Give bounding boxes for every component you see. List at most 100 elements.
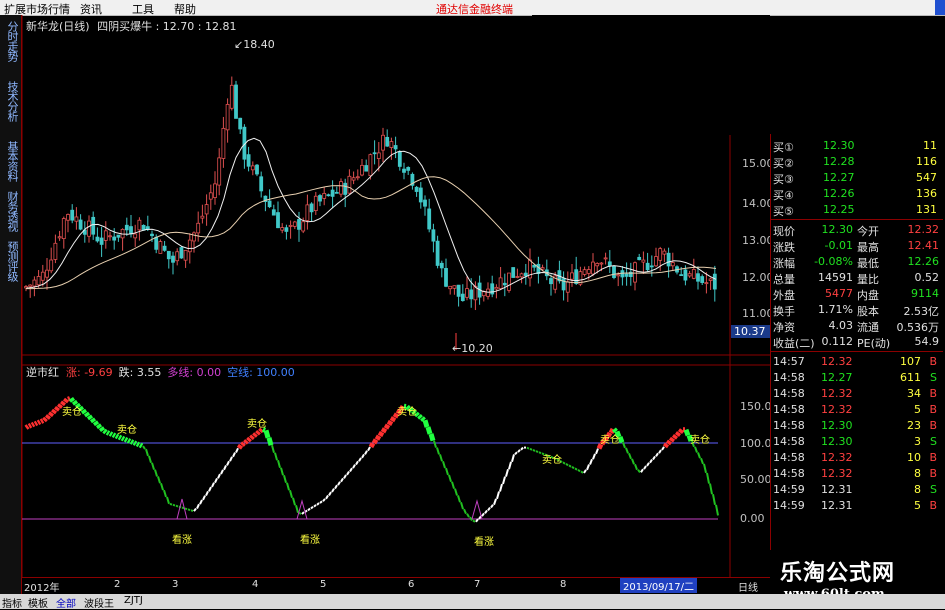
candle-body bbox=[655, 257, 658, 266]
osc-segment bbox=[188, 509, 190, 510]
tick-row: 14:5812.3210B bbox=[771, 450, 943, 466]
candle-body bbox=[583, 270, 586, 275]
candle-body bbox=[634, 263, 637, 282]
bid-row: 买④12.26136 bbox=[771, 186, 943, 202]
osc-segment bbox=[629, 453, 631, 458]
osc-segment bbox=[251, 436, 253, 438]
osc-segment bbox=[287, 483, 289, 490]
candle-body bbox=[461, 294, 464, 301]
osc-segment bbox=[44, 418, 46, 420]
candle-body bbox=[709, 279, 712, 281]
osc-segment bbox=[515, 452, 517, 454]
tab-all[interactable]: 全部 bbox=[56, 595, 76, 610]
osc-segment bbox=[227, 461, 229, 465]
bid-row: 买③12.27547 bbox=[771, 170, 943, 186]
osc-segment bbox=[257, 432, 259, 434]
osc-segment bbox=[686, 430, 688, 436]
period-label[interactable]: 日线 bbox=[738, 579, 758, 594]
osc-segment bbox=[272, 445, 274, 452]
osc-segment bbox=[380, 432, 382, 436]
candle-body bbox=[201, 216, 204, 218]
date-tick: 3 bbox=[172, 579, 178, 590]
chart-area[interactable]: 15.00 14.00 13.00 12.00 11.00 10.37 ↙18.… bbox=[22, 15, 770, 577]
osc-segment bbox=[206, 491, 208, 495]
tab-intraday[interactable]: 分时走势 bbox=[3, 21, 18, 61]
tab-template[interactable]: 模板 bbox=[28, 595, 48, 610]
osc-segment bbox=[377, 436, 379, 440]
candle-body bbox=[377, 153, 380, 159]
tick-price: 12.32 bbox=[821, 403, 853, 416]
osc-segment bbox=[389, 421, 391, 425]
candle-body bbox=[445, 268, 448, 286]
osc-segment bbox=[704, 464, 706, 473]
osc-segment bbox=[467, 514, 469, 517]
osc-segment bbox=[443, 461, 445, 468]
candle-body bbox=[415, 187, 418, 191]
window-control[interactable] bbox=[935, 0, 945, 15]
tab-fundamentals[interactable]: 基本资料 bbox=[3, 141, 18, 181]
osc-segment bbox=[521, 448, 523, 450]
osc-segment bbox=[365, 451, 367, 455]
osc-segment bbox=[491, 505, 493, 508]
osc-segment bbox=[38, 422, 40, 423]
osc-segment bbox=[506, 469, 508, 476]
osc-segment bbox=[152, 463, 154, 470]
osc-segment bbox=[212, 483, 214, 487]
tab-band-king[interactable]: 波段王 bbox=[84, 595, 114, 610]
candle-body bbox=[394, 145, 397, 148]
osc-segment bbox=[584, 470, 586, 473]
candle-body bbox=[37, 276, 40, 284]
osc-segment bbox=[230, 457, 232, 461]
tab-financials[interactable]: 财务透视 bbox=[3, 191, 18, 231]
osc-segment bbox=[107, 432, 109, 433]
tick-price: 12.32 bbox=[821, 387, 853, 400]
candle-body bbox=[197, 223, 200, 233]
candle-body bbox=[214, 184, 217, 198]
tab-indicator[interactable]: 指标 bbox=[2, 595, 22, 610]
ind-tick-100: 100.00 bbox=[740, 437, 770, 450]
osc-segment bbox=[203, 496, 205, 500]
osc-segment bbox=[53, 410, 55, 413]
osc-segment bbox=[26, 426, 28, 428]
osc-segment bbox=[383, 428, 385, 432]
osc-segment bbox=[707, 473, 709, 484]
candle-body bbox=[125, 225, 128, 230]
candle-body bbox=[587, 270, 590, 274]
stat-row: 净资4.03流通0.536万 bbox=[771, 318, 943, 334]
candle-body bbox=[172, 256, 175, 262]
candle-body bbox=[566, 282, 569, 292]
tick-row: 14:5912.315B bbox=[771, 498, 943, 514]
osc-segment bbox=[641, 469, 643, 472]
price-tick-15: 15.00 bbox=[742, 157, 770, 170]
tick-row: 14:5712.32107B bbox=[771, 354, 943, 370]
stat-value: -0.08% bbox=[814, 255, 853, 268]
osc-segment bbox=[224, 465, 226, 469]
candle-body bbox=[348, 176, 351, 193]
stat-label: 内盘 bbox=[857, 287, 879, 303]
tab-technical[interactable]: 技术分析 bbox=[3, 81, 18, 121]
stat-label: 总量 bbox=[773, 271, 795, 287]
tab-zjtj[interactable]: ZJTJ bbox=[124, 595, 143, 606]
candle-body bbox=[495, 287, 498, 289]
osc-segment bbox=[668, 441, 670, 444]
osc-segment bbox=[71, 398, 73, 401]
osc-segment bbox=[449, 475, 451, 482]
stat-label: 股本 bbox=[857, 303, 879, 319]
tick-volume: 5 bbox=[914, 403, 921, 416]
bid-volume: 131 bbox=[916, 203, 937, 216]
tick-price: 12.32 bbox=[821, 355, 853, 368]
osc-segment bbox=[575, 468, 577, 470]
tab-forecast[interactable]: 预测评级 bbox=[3, 241, 18, 281]
osc-segment bbox=[326, 495, 328, 498]
candle-body bbox=[382, 135, 385, 150]
candle-body bbox=[642, 260, 645, 262]
tick-side: B bbox=[929, 499, 937, 512]
stat-label: 现价 bbox=[773, 223, 795, 239]
date-tick: 5 bbox=[320, 579, 326, 590]
bid-label: 买② bbox=[773, 155, 794, 171]
osc-segment bbox=[434, 441, 436, 448]
candle-body bbox=[247, 155, 250, 167]
osc-segment bbox=[665, 444, 667, 447]
osc-segment bbox=[458, 495, 460, 502]
candle-body bbox=[600, 263, 603, 264]
